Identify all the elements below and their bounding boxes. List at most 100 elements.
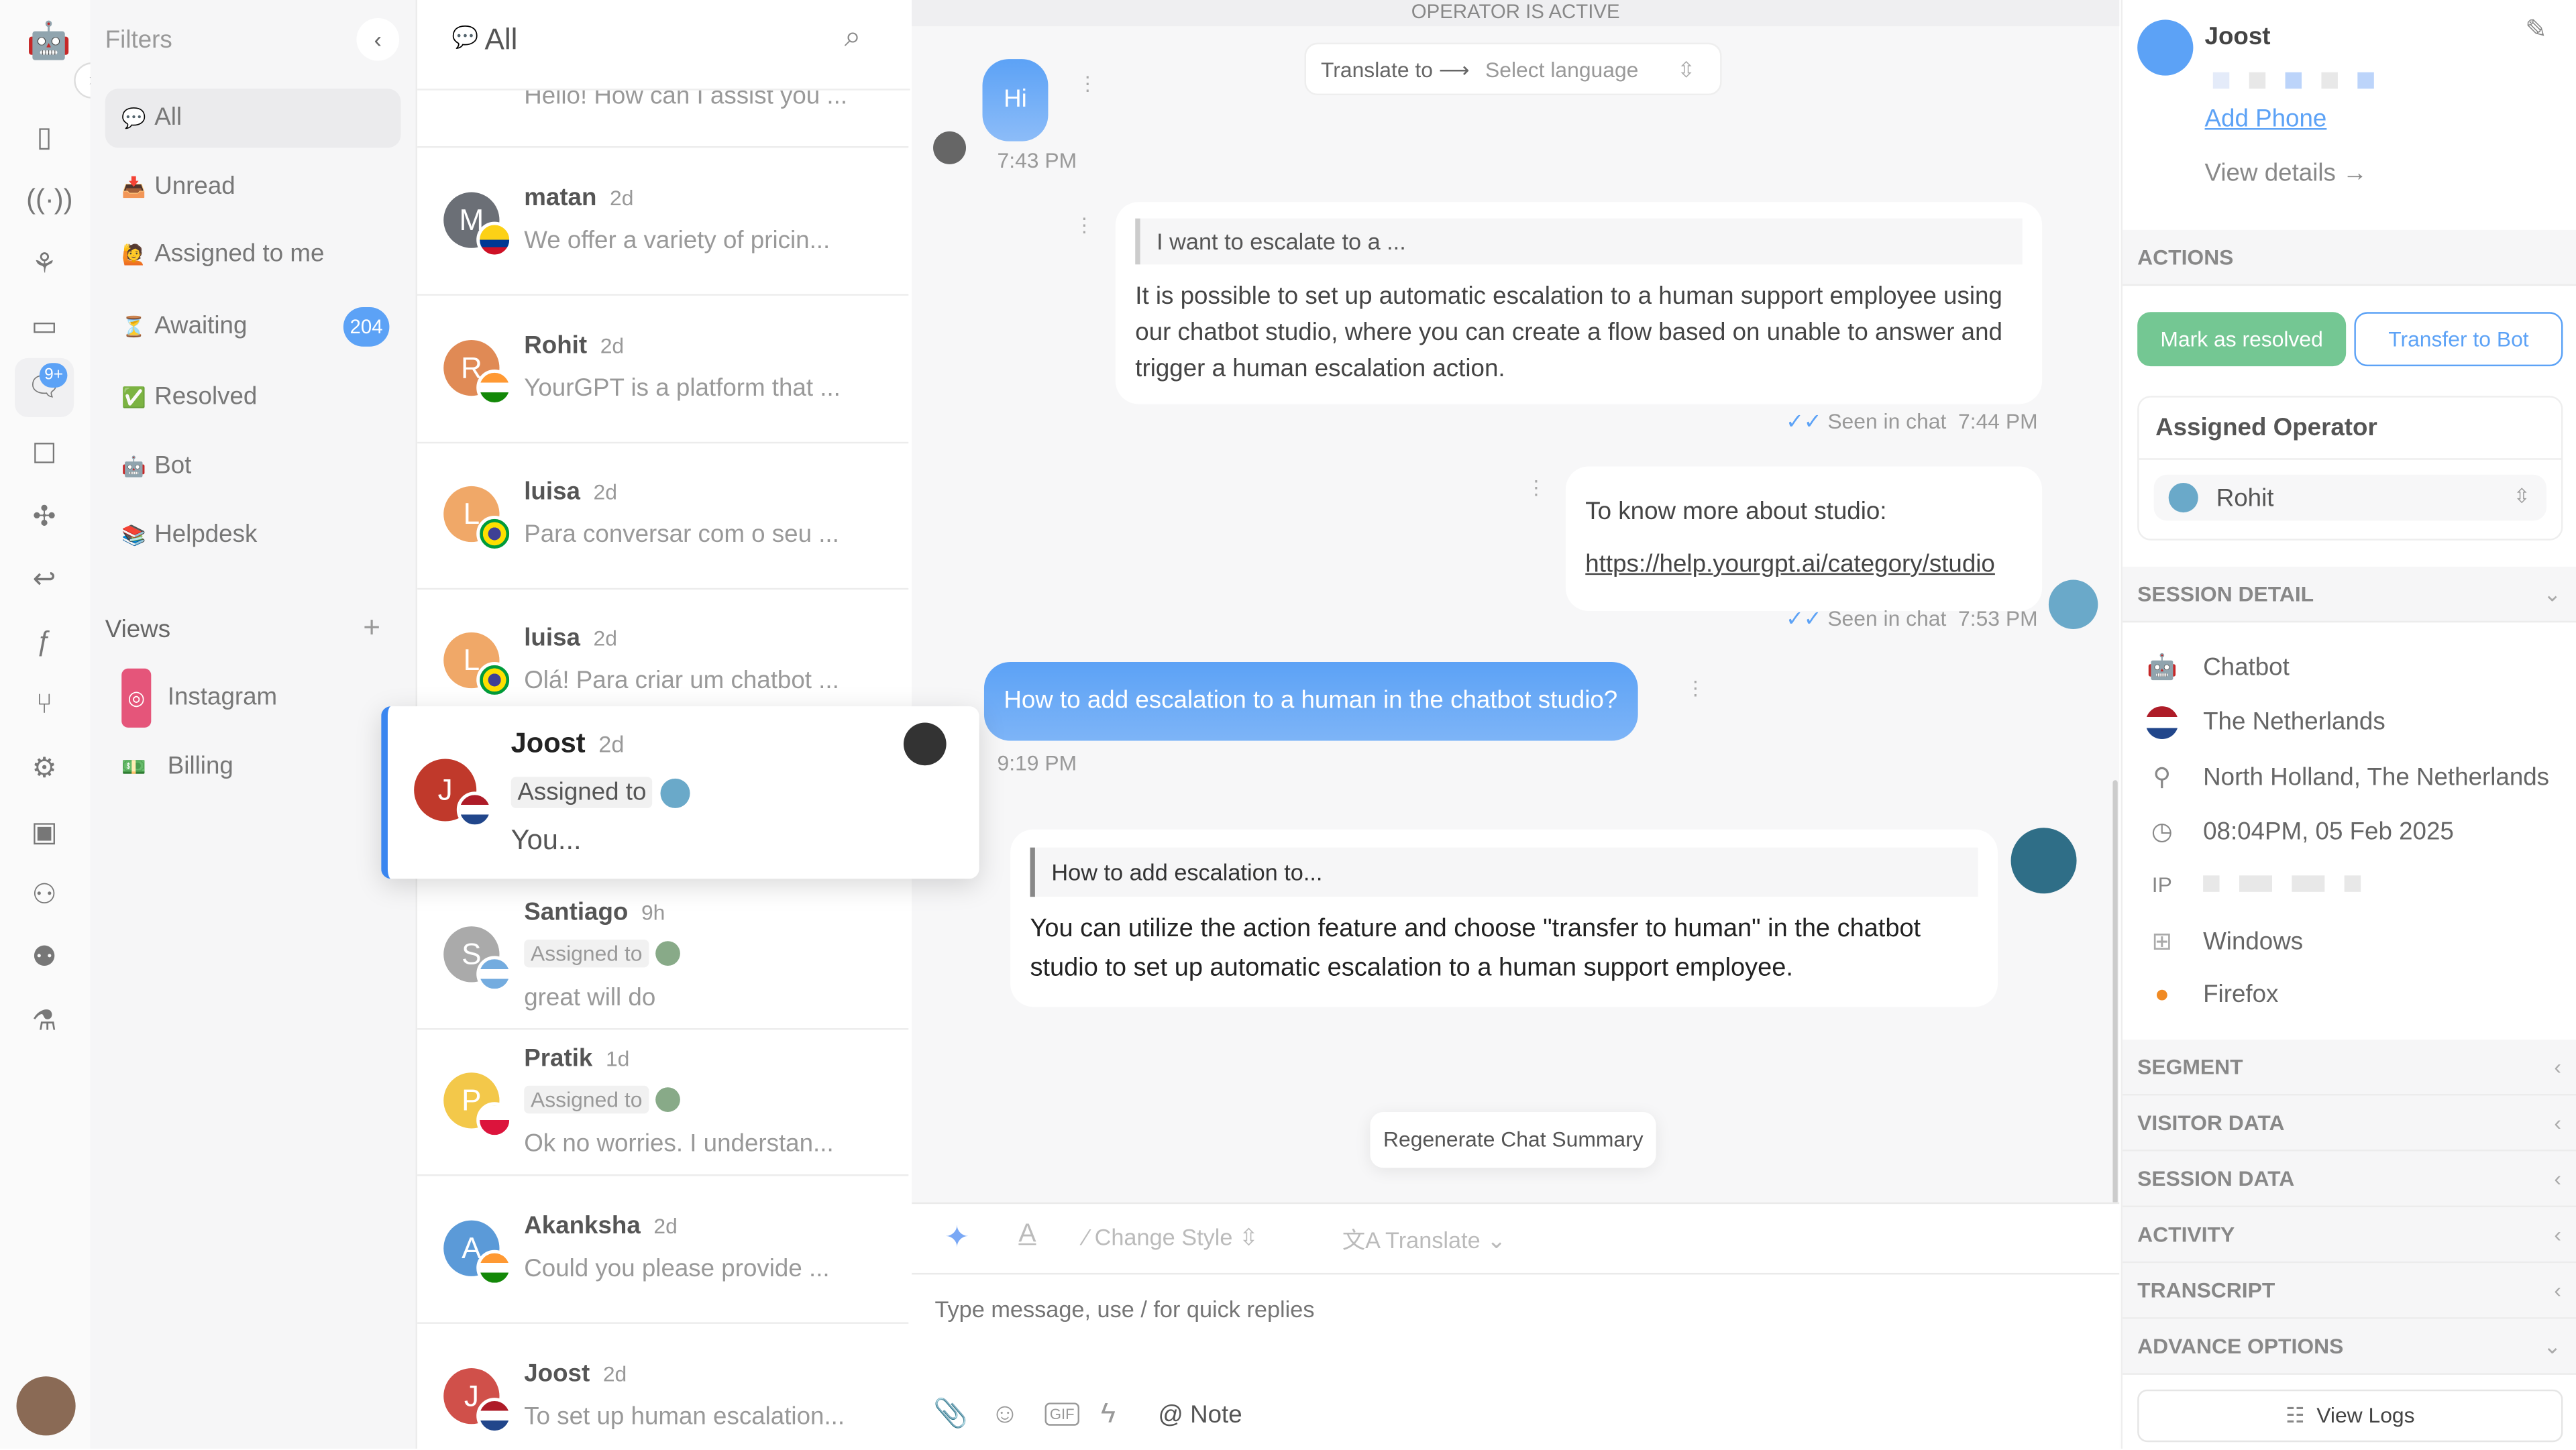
filter-label: Assigned to me — [154, 239, 325, 268]
broadcast-icon[interactable]: ((·)) — [26, 182, 72, 219]
operator-avatar — [660, 778, 690, 808]
add-view-icon[interactable]: + — [363, 611, 380, 645]
filter-helpdesk[interactable]: 📚 Helpdesk — [105, 506, 401, 565]
composer: ✦ A ⁄ Change Style ⇳ 文A Translate ⌄ 📎 ☺ … — [912, 1202, 2120, 1450]
regenerate-summary-button[interactable]: Regenerate Chat Summary — [1370, 1111, 1657, 1168]
language-select[interactable]: Select language — [1485, 58, 1638, 82]
contacts-icon[interactable]: ☐ — [26, 437, 62, 473]
segment-section[interactable]: SEGMENT ‹ — [2123, 1040, 2576, 1096]
chat-scrollbar[interactable] — [2112, 780, 2118, 1205]
chatbot-icon: 🤖 — [2147, 653, 2178, 682]
translate-label: Translate — [1385, 1227, 1481, 1253]
conversation-item[interactable]: R Rohit 2d YourGPT is a platform that ... — [417, 296, 909, 444]
message-time: 7:53 PM — [1958, 606, 2038, 631]
operator-select[interactable]: Rohit ⇳ — [2153, 474, 2546, 521]
brain-icon[interactable]: ⚘ — [26, 246, 62, 282]
session-location: ⚲ North Holland, The Netherlands — [2144, 762, 2549, 792]
settings-icon[interactable]: ⚙ — [26, 750, 62, 787]
operator-avatar — [2168, 483, 2198, 513]
conversation-item[interactable]: S Santiago 9h Assigned to great will do — [417, 882, 909, 1030]
section-title: TRANSCRIPT — [2137, 1278, 2275, 1303]
gif-icon[interactable]: GIF — [1044, 1402, 1079, 1426]
session-value: Chatbot — [2203, 653, 2290, 682]
conversation-item[interactable]: J Joost 2d To set up human escalation... — [417, 1324, 908, 1449]
flag-icon — [456, 791, 493, 828]
advance-options-section[interactable]: ADVANCE OPTIONS ⌄ — [2123, 1319, 2576, 1375]
visitor-data-section[interactable]: VISITOR DATA ‹ — [2123, 1095, 2576, 1152]
conversation-item[interactable]: L luisa 2d Para conversar com o seu ... — [417, 442, 909, 590]
view-instagram[interactable]: ◎ Instagram — [105, 668, 401, 728]
studio-link[interactable]: https://help.yourgpt.ai/category/studio — [1585, 539, 2022, 591]
activity-section[interactable]: ACTIVITY ‹ — [2123, 1207, 2576, 1264]
hourglass-emoji-icon: ⏳ — [121, 315, 146, 339]
conversation-item[interactable]: P Pratik 1d Assigned to Ok no worries. I … — [417, 1028, 909, 1176]
collapse-icon[interactable]: ‹ — [356, 17, 400, 61]
note-button[interactable]: @ Note — [1159, 1401, 1242, 1429]
more-options-icon[interactable]: ⋮ — [1526, 476, 1546, 499]
session-value: The Netherlands — [2203, 708, 2385, 736]
attachment-icon[interactable]: 📎 — [933, 1398, 968, 1431]
conversation-item[interactable]: M matan 2d We offer a variety of pricin..… — [417, 148, 909, 296]
clock-icon: ◷ — [2151, 818, 2173, 846]
user-check-icon[interactable]: ⚇ — [26, 877, 62, 913]
conversation-preview: We offer a variety of pricin... — [524, 226, 830, 255]
magic-wand-icon: ⁄ — [1084, 1223, 1089, 1250]
filter-unread[interactable]: 📥 Unread — [105, 158, 401, 217]
bot-icon[interactable]: ▣ — [26, 815, 62, 851]
team-icon[interactable]: ⚉ — [26, 940, 62, 976]
filter-assigned[interactable]: 🙋 Assigned to me — [105, 225, 401, 284]
search-icon[interactable]: ⌕ — [845, 19, 861, 54]
ai-sparkle-icon[interactable]: ✦ — [945, 1221, 969, 1255]
view-logs-button[interactable]: ☷ View Logs — [2137, 1389, 2563, 1443]
seen-status: Seen in chat — [1827, 408, 1947, 434]
view-label: Instagram — [167, 683, 278, 712]
message-input[interactable] — [931, 1294, 2088, 1324]
function-icon[interactable]: ƒ — [26, 624, 62, 661]
contact-panel: Joost ✎ Add Phone View details → ACTIONS… — [2121, 0, 2576, 1449]
add-phone-link[interactable]: Add Phone — [2205, 105, 2327, 133]
lightning-icon[interactable]: ϟ — [1101, 1398, 1116, 1431]
filter-bot[interactable]: 🤖 Bot — [105, 437, 401, 496]
operator-message: I want to escalate to a ... It is possib… — [1115, 202, 2043, 404]
integrations-icon[interactable]: ✣ — [26, 499, 62, 535]
conversation-time: 1d — [605, 1046, 630, 1071]
user-avatar[interactable] — [16, 1376, 76, 1436]
chat-emoji-icon: 💬 — [121, 107, 146, 130]
selected-conversation-card[interactable]: J Joost 2d Assigned to You... — [381, 706, 979, 879]
more-options-icon[interactable]: ⋮ — [1075, 213, 1094, 236]
transfer-to-bot-button[interactable]: Transfer to Bot — [2354, 312, 2563, 367]
robot-emoji-icon: 🤖 — [121, 455, 146, 478]
view-details-link[interactable]: View details → — [2205, 160, 2367, 188]
filter-resolved[interactable]: ✅ Resolved — [105, 368, 401, 427]
flow-icon[interactable]: ⑂ — [26, 687, 62, 723]
chat-nav[interactable]: 🗨 9+ — [15, 357, 74, 418]
more-options-icon[interactable]: ⋮ — [1686, 677, 1705, 700]
emoji-icon[interactable]: ☺ — [991, 1398, 1020, 1431]
change-style-button[interactable]: ⁄ Change Style ⇳ — [1084, 1224, 1258, 1252]
view-billing[interactable]: 💵 Billing — [105, 738, 401, 797]
translate-button[interactable]: 文A Translate ⌄ — [1342, 1224, 1506, 1257]
session-detail-header[interactable]: SESSION DETAIL ⌄ — [2123, 566, 2576, 623]
filters-panel: Filters ‹ 💬 All 📥 Unread 🙋 Assigned to me ⏳… — [90, 0, 418, 1449]
conversation-item[interactable]: A Akanksha 2d Could you please provide ..… — [417, 1176, 909, 1324]
lab-icon[interactable]: ⚗ — [26, 1003, 62, 1040]
at-icon: @ — [1158, 1400, 1183, 1429]
mark-resolved-button[interactable]: Mark as resolved — [2137, 312, 2347, 367]
dashboard-icon[interactable]: ▯ — [26, 120, 62, 156]
change-style-label: Change Style — [1094, 1223, 1233, 1250]
edit-icon[interactable]: ✎ — [2525, 13, 2547, 46]
operator-avatar — [903, 722, 947, 766]
section-title: ADVANCE OPTIONS — [2137, 1333, 2344, 1359]
assigned-operator-title: Assigned Operator — [2155, 414, 2377, 442]
translate-selector[interactable]: Translate to ⟶ Select language ⇳ — [1304, 42, 1722, 96]
filter-awaiting[interactable]: ⏳ Awaiting 204 — [105, 297, 401, 356]
operator-name: Rohit — [2216, 484, 2274, 513]
book-icon[interactable]: ▭ — [26, 309, 62, 345]
transcript-section[interactable]: TRANSCRIPT ‹ — [2123, 1263, 2576, 1319]
text-format-icon[interactable]: A — [1018, 1221, 1036, 1250]
reply-icon[interactable]: ↩ — [26, 562, 62, 598]
filter-all[interactable]: 💬 All — [105, 89, 401, 148]
more-options-icon[interactable]: ⋮ — [1078, 72, 1097, 95]
session-data-section[interactable]: SESSION DATA ‹ — [2123, 1151, 2576, 1208]
bot-logo-icon[interactable]: 🤖 — [26, 22, 71, 59]
